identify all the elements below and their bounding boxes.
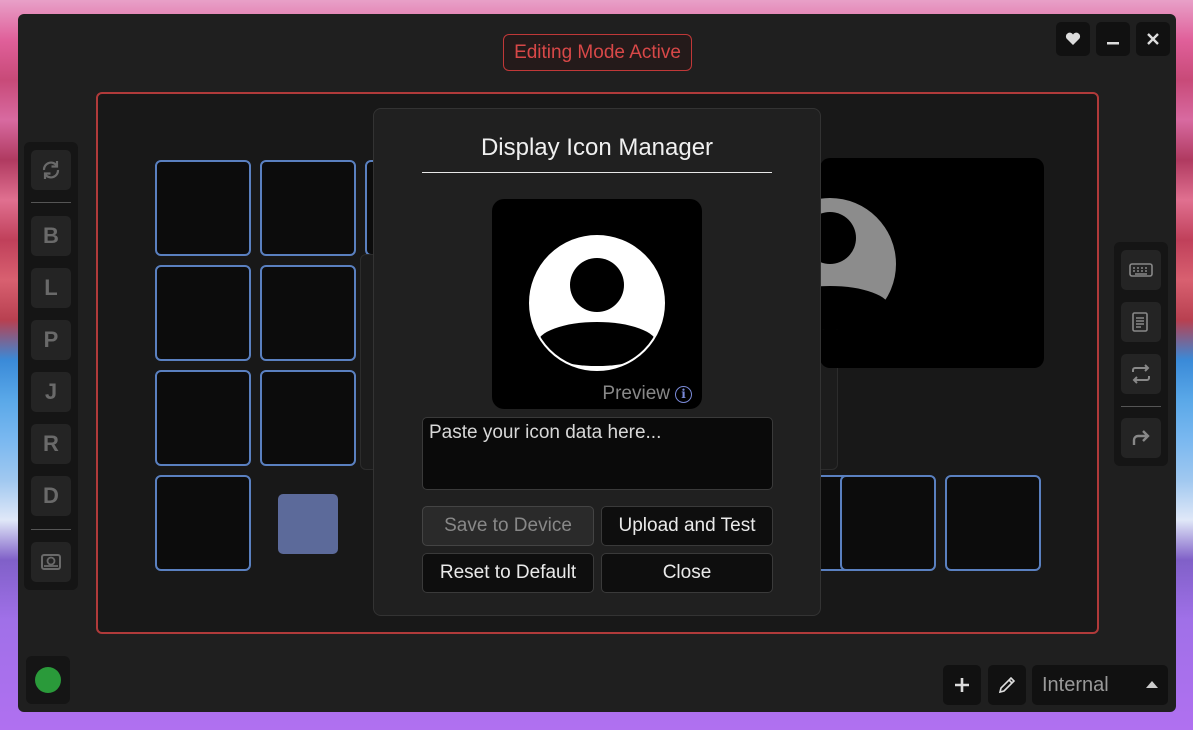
connection-status	[26, 656, 70, 704]
edit-button[interactable]	[988, 665, 1026, 705]
reset-to-default-button[interactable]: Reset to Default	[422, 553, 594, 593]
key-slot[interactable]	[260, 370, 356, 466]
preview-label: Preview i	[602, 383, 692, 405]
document-button[interactable]	[1121, 302, 1161, 342]
refresh-icon	[42, 161, 60, 179]
assigned-key[interactable]	[278, 494, 338, 554]
minimize-button[interactable]	[1096, 22, 1130, 56]
dialog-title: Display Icon Manager	[422, 131, 772, 173]
add-button[interactable]	[943, 665, 981, 705]
keyboard-button[interactable]	[1121, 250, 1161, 290]
layer-button-r[interactable]: R	[31, 424, 71, 464]
device-select-value: Internal	[1042, 673, 1109, 696]
plus-icon	[955, 678, 969, 692]
redirect-icon	[1132, 430, 1150, 445]
key-slot[interactable]	[260, 265, 356, 361]
upload-and-test-button[interactable]: Upload and Test	[601, 506, 773, 546]
preview-text: Preview	[602, 383, 670, 404]
toolbar-divider	[31, 529, 71, 530]
layer-button-p[interactable]: P	[31, 320, 71, 360]
hard-drive-icon	[41, 554, 61, 570]
icon-preview: Preview i	[492, 199, 702, 409]
layer-button-l[interactable]: L	[31, 268, 71, 308]
pencil-icon	[998, 676, 1016, 694]
app-window: Editing Mode Active B L P J R D Display …	[18, 14, 1176, 712]
action-toolbar	[1114, 242, 1168, 466]
key-slot[interactable]	[155, 475, 251, 571]
close-dialog-button[interactable]: Close	[601, 553, 773, 593]
close-window-button[interactable]	[1136, 22, 1170, 56]
layer-toolbar: B L P J R D	[24, 142, 78, 590]
key-slot[interactable]	[155, 265, 251, 361]
swap-button[interactable]	[1121, 354, 1161, 394]
favorite-button[interactable]	[1056, 22, 1090, 56]
toolbar-divider	[31, 202, 71, 203]
heart-icon	[1065, 32, 1081, 45]
minus-icon	[1107, 42, 1119, 45]
user-avatar-icon	[820, 198, 896, 330]
key-slot[interactable]	[155, 370, 251, 466]
document-icon	[1132, 312, 1148, 332]
toolbar-divider	[1121, 406, 1161, 407]
status-indicator	[35, 667, 61, 693]
redirect-button[interactable]	[1121, 418, 1161, 458]
layer-button-b[interactable]: B	[31, 216, 71, 256]
key-slot[interactable]	[155, 160, 251, 256]
keyboard-icon	[1129, 263, 1153, 277]
icon-manager-dialog: Display Icon Manager Preview i Save to D…	[373, 108, 821, 616]
key-slot[interactable]	[945, 475, 1041, 571]
editing-mode-badge: Editing Mode Active	[503, 34, 692, 71]
layer-button-d[interactable]: D	[31, 476, 71, 516]
swap-icon	[1132, 364, 1150, 384]
info-icon[interactable]: i	[675, 385, 692, 403]
close-icon	[1147, 33, 1159, 45]
drive-button[interactable]	[31, 542, 71, 582]
icon-data-input[interactable]	[422, 417, 773, 490]
key-slot[interactable]	[840, 475, 936, 571]
user-avatar-icon	[529, 235, 665, 371]
refresh-button[interactable]	[31, 150, 71, 190]
chevron-up-icon	[1146, 681, 1158, 688]
save-to-device-button[interactable]: Save to Device	[422, 506, 594, 546]
layer-button-j[interactable]: J	[31, 372, 71, 412]
key-slot[interactable]	[260, 160, 356, 256]
display-preview	[820, 158, 1044, 368]
device-select[interactable]: Internal	[1032, 665, 1168, 705]
